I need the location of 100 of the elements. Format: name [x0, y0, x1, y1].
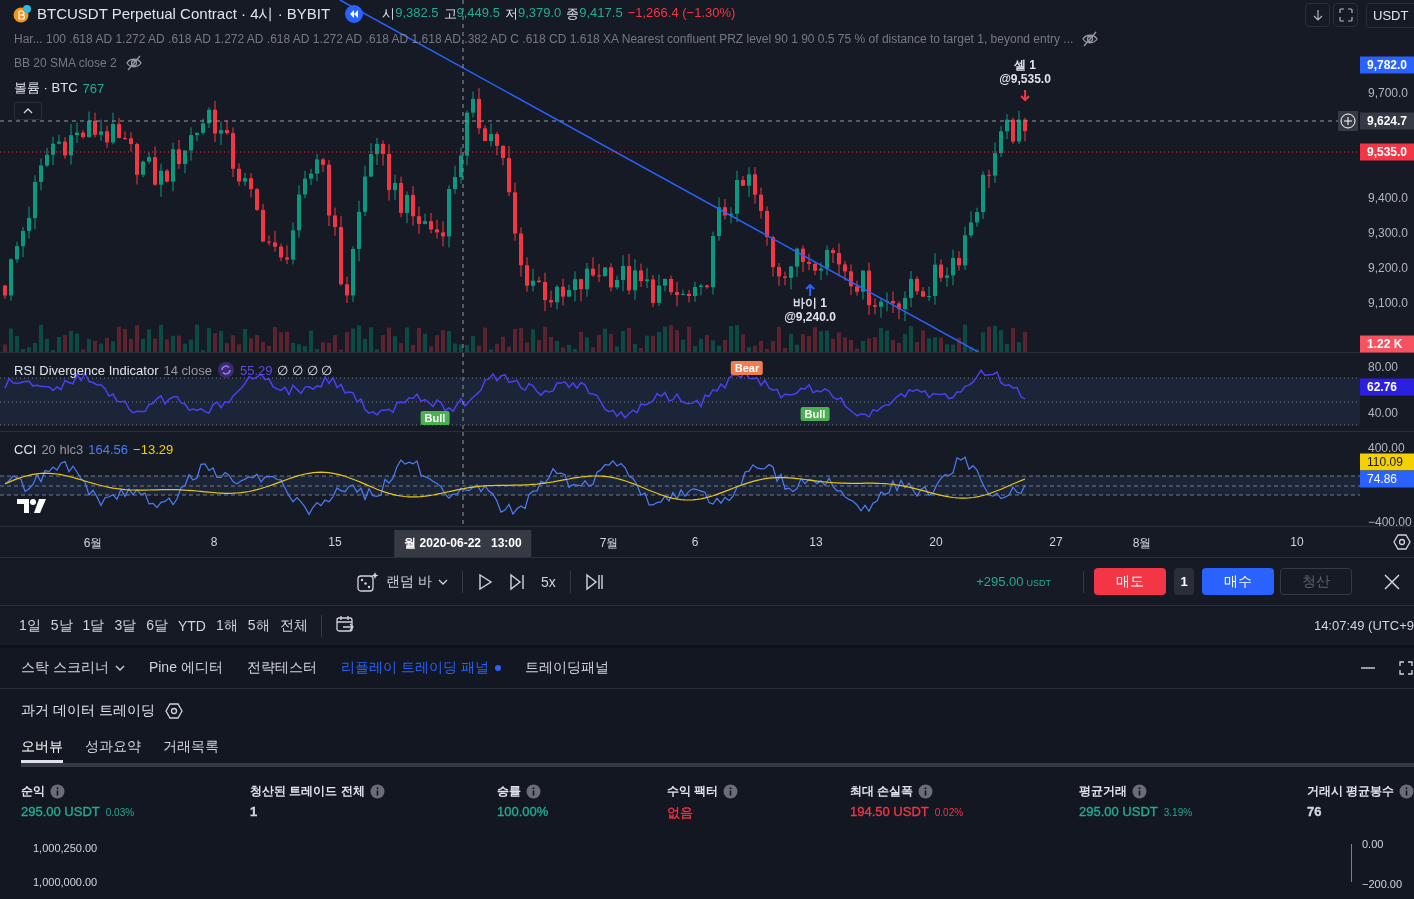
currency-selector[interactable]: USDT — [1366, 3, 1414, 28]
metric-percent: 0.02% — [934, 807, 964, 818]
metric-value: 295.00 USDT — [21, 804, 100, 819]
range-button[interactable]: YTD — [173, 613, 211, 638]
time-tick: 10 — [1290, 535, 1304, 549]
dice-icon — [356, 570, 380, 593]
range-button[interactable]: 6달 — [141, 612, 173, 639]
chart-axis-label: 1,000,250.00 — [33, 842, 98, 854]
indicator-value: 164.56 — [88, 442, 129, 457]
trade-price: @9,240.0 — [784, 310, 836, 324]
price-tick: 9,300.0 — [1368, 226, 1409, 240]
panel-title: 과거 데이터 트레이딩 — [21, 702, 155, 720]
quantity-field[interactable]: 1 — [1174, 568, 1194, 595]
info-icon[interactable] — [1132, 784, 1147, 799]
ohlc-value: 9,382.5 — [395, 5, 439, 22]
caret-icon — [437, 578, 448, 585]
info-icon[interactable] — [918, 784, 934, 799]
rewind-icon — [345, 5, 364, 23]
settings-icon[interactable] — [164, 702, 183, 720]
panel-tab[interactable]: 리플레이 트레이딩 패널 — [331, 653, 510, 683]
info-icon[interactable] — [526, 784, 541, 799]
metric-label: 거래시 평균봉수 — [1307, 783, 1395, 800]
sell-button[interactable]: 매도 — [1094, 568, 1166, 595]
panel-tab[interactable]: 스탁 스크리너 — [12, 653, 134, 683]
chart-axis-label: −200.00 — [1362, 878, 1403, 890]
time-tick: 15 — [328, 535, 342, 549]
metric-percent: 0.03% — [105, 807, 135, 818]
range-button[interactable]: 1해 — [211, 612, 243, 639]
refresh-icon — [216, 361, 235, 379]
scroll-down-button[interactable] — [1305, 3, 1330, 27]
ohlc-label: 종 — [566, 5, 580, 23]
chart-axis-label: 0.00 — [1362, 838, 1384, 850]
indicator-params: 14 close — [163, 362, 212, 378]
buy-button[interactable]: 매수 — [1202, 568, 1274, 595]
indicator-value: −13.29 — [133, 442, 174, 457]
rewind-button[interactable] — [345, 5, 364, 23]
info-icon[interactable] — [1399, 784, 1414, 799]
volume-value: 767 — [82, 80, 105, 96]
ohlc-label: 시 — [382, 5, 396, 23]
time-tick: 7월 — [599, 535, 619, 552]
volume-legend: 볼륨 · BTC — [14, 79, 78, 97]
collapse-button[interactable] — [14, 102, 42, 120]
play-icon — [476, 572, 493, 591]
time-tick: 13 — [809, 535, 823, 549]
eye-slash-icon[interactable] — [124, 54, 143, 72]
indicator-params: 20 hlc3 — [41, 442, 84, 457]
time-tick: 8월 — [1132, 535, 1152, 552]
range-button[interactable]: 전체 — [274, 612, 313, 639]
trade-label: 바이 1 — [793, 296, 827, 310]
rsi-tick: 80.00 — [1368, 360, 1399, 374]
fullscreen-button[interactable] — [1333, 3, 1358, 27]
ohlc-label: 저 — [504, 5, 518, 23]
crosshair-price: 9,624.7 — [1360, 112, 1414, 130]
range-button[interactable]: 3달 — [109, 612, 142, 639]
metric-label: 수익 팩터 — [667, 783, 719, 800]
metric-value: 1 — [250, 804, 258, 819]
plus-circle-icon — [1340, 113, 1356, 129]
metric-value: 295.00 USDT — [1079, 804, 1158, 819]
panel-tab[interactable]: 트레이딩패널 — [515, 653, 618, 683]
step-forward-icon — [508, 572, 525, 591]
dot-icon — [494, 665, 501, 671]
subtab[interactable]: 거래목록 — [163, 733, 219, 763]
range-button[interactable]: 5날 — [45, 612, 78, 639]
range-button[interactable]: 5해 — [242, 612, 275, 639]
range-button[interactable]: 1달 — [77, 612, 110, 639]
random-bar-button[interactable]: 랜덤 바 — [348, 565, 456, 598]
info-icon[interactable] — [723, 784, 739, 799]
caret-icon — [23, 108, 33, 114]
ohlc-value: 9,449.5 — [456, 5, 500, 22]
bull-label: Bull — [800, 407, 830, 421]
info-icon[interactable] — [50, 784, 65, 799]
metric-label: 승률 — [497, 783, 521, 800]
price-tick: 9,700.0 — [1368, 86, 1409, 100]
panel-tab[interactable]: Pine 에디터 — [139, 653, 232, 683]
subtab[interactable]: 성과요약 — [85, 733, 141, 763]
metric-label: 청산된 트레이드 전체 — [250, 783, 365, 800]
bear-label: Bear — [730, 361, 764, 375]
profit-unit: USDT — [1026, 578, 1051, 588]
metric-value: 없음 — [667, 804, 693, 822]
rsi-tick: 40.00 — [1368, 406, 1399, 420]
price-tick: 9,200.0 — [1368, 261, 1409, 275]
speed-button[interactable]: 5x — [532, 565, 564, 598]
info-icon[interactable] — [369, 784, 385, 799]
cci-tag: 110.09 — [1360, 453, 1414, 471]
indicator-value: ∅ ∅ ∅ ∅ — [277, 362, 333, 378]
add-button[interactable] — [1338, 111, 1358, 131]
time-tick: 20 — [929, 535, 943, 549]
symbol-title: BTCUSDT Perpetual Contract · 4시 · BYBIT — [37, 4, 331, 24]
cci-tick: −400.00 — [1368, 515, 1412, 529]
panel-tab[interactable]: 전략테스터 — [237, 653, 326, 683]
price-tag: 9,535.0 — [1360, 143, 1414, 161]
logo-icon — [17, 498, 47, 514]
time-tick: 6월 — [83, 535, 103, 552]
indicator-title: CCI — [14, 442, 37, 457]
eye-slash-icon[interactable] — [1081, 30, 1100, 48]
price-tag: 1.22 K — [1360, 335, 1414, 353]
settings-icon[interactable] — [1393, 533, 1411, 551]
bull-label: Bull — [420, 411, 450, 425]
range-button[interactable]: 1일 — [14, 612, 46, 639]
metric-value: 194.50 USDT — [850, 804, 929, 819]
